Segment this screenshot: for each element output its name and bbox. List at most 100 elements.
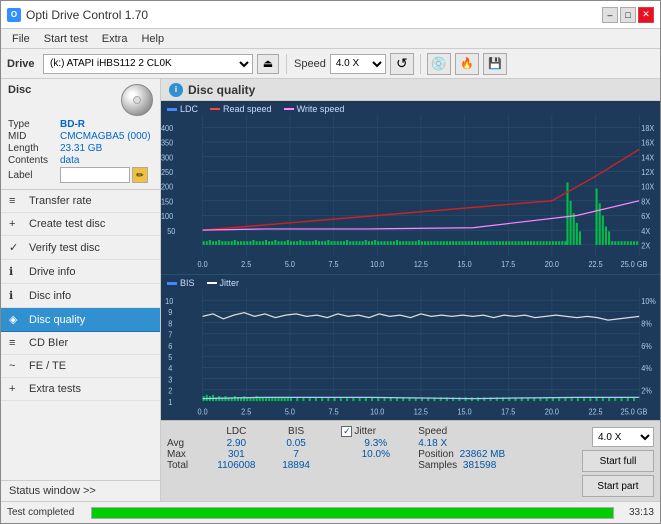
- svg-text:7.5: 7.5: [329, 407, 340, 417]
- svg-text:350: 350: [161, 138, 174, 148]
- status-text: Test completed: [7, 507, 87, 518]
- menu-help[interactable]: Help: [134, 32, 171, 46]
- svg-text:8X: 8X: [641, 197, 651, 207]
- eject-button[interactable]: ⏏: [257, 54, 279, 74]
- disc-hole: [133, 96, 141, 104]
- svg-text:25.0 GB: 25.0 GB: [621, 259, 648, 269]
- start-part-button[interactable]: Start part: [582, 475, 654, 497]
- max-bis: 7: [271, 449, 322, 460]
- svg-text:12.5: 12.5: [414, 259, 429, 269]
- main-content: i Disc quality LDC Read speed: [161, 79, 660, 501]
- disc-length-row: Length 23.31 GB: [8, 143, 153, 154]
- svg-text:10: 10: [165, 297, 174, 307]
- drive-info-icon: ℹ: [9, 265, 23, 278]
- avg-label: Avg: [167, 438, 202, 449]
- total-ldc: 1106008: [202, 460, 271, 471]
- label-input[interactable]: [60, 167, 130, 183]
- label-edit-btn[interactable]: ✏: [132, 167, 148, 183]
- menu-starttest[interactable]: Start test: [37, 32, 95, 46]
- svg-text:4%: 4%: [641, 364, 652, 374]
- minimize-button[interactable]: –: [602, 7, 618, 23]
- nav-item-disc-info[interactable]: ℹ Disc info: [1, 284, 160, 308]
- app-icon: O: [7, 8, 21, 22]
- nav-list: ≡ Transfer rate + Create test disc ✓ Ver…: [1, 190, 160, 480]
- nav-item-create-test-disc[interactable]: + Create test disc: [1, 213, 160, 236]
- menu-bar: File Start test Extra Help: [1, 29, 660, 49]
- content-wrapper: Disc Type BD-R MID CMCMAGBA5 (000) Lengt…: [1, 79, 660, 501]
- top-bar: Drive (k:) ATAPI iHBS112 2 CL0K ⏏ Speed …: [1, 49, 660, 79]
- disc-info-icon: ℹ: [9, 289, 23, 302]
- svg-text:4X: 4X: [641, 226, 651, 236]
- total-label: Total: [167, 460, 202, 471]
- svg-text:22.5: 22.5: [588, 407, 603, 417]
- type-value: BD-R: [60, 119, 85, 130]
- stats-table: LDC BIS ✓ Jitter Speed: [167, 425, 578, 471]
- svg-text:6: 6: [168, 341, 173, 351]
- svg-text:9: 9: [168, 308, 173, 318]
- status-window-btn[interactable]: Status window >>: [1, 480, 160, 501]
- chart2-legend: BIS Jitter: [161, 277, 660, 289]
- burn-icon-btn[interactable]: 🔥: [455, 53, 479, 75]
- create-test-disc-icon: +: [9, 218, 23, 230]
- dq-icon: i: [169, 83, 183, 97]
- length-label: Length: [8, 143, 60, 154]
- svg-text:8: 8: [168, 319, 173, 329]
- extra-tests-icon: +: [9, 383, 23, 395]
- svg-text:10.0: 10.0: [370, 259, 385, 269]
- contents-label: Contents: [8, 155, 60, 166]
- nav-item-drive-info[interactable]: ℹ Drive info: [1, 260, 160, 284]
- svg-text:25.0 GB: 25.0 GB: [621, 407, 648, 417]
- jitter-color: [207, 282, 217, 284]
- speed-selector[interactable]: 4.0 X: [330, 54, 386, 74]
- nav-item-cd-bier[interactable]: ≡ CD BIer: [1, 332, 160, 355]
- nav-item-verify-test-disc[interactable]: ✓ Verify test disc: [1, 236, 160, 260]
- svg-text:14X: 14X: [641, 153, 655, 163]
- pos-value: 23862 MB: [460, 449, 506, 460]
- svg-text:17.5: 17.5: [501, 407, 516, 417]
- disc-quality-icon: ◈: [9, 313, 23, 326]
- samples-value: 381598: [463, 460, 496, 471]
- drive-selector[interactable]: (k:) ATAPI iHBS112 2 CL0K: [43, 54, 253, 74]
- title-bar: O Opti Drive Control 1.70 – □ ✕: [1, 1, 660, 29]
- legend-ldc: LDC: [167, 104, 198, 114]
- maximize-button[interactable]: □: [620, 7, 636, 23]
- menu-extra[interactable]: Extra: [95, 32, 135, 46]
- nav-item-extra-tests[interactable]: + Extra tests: [1, 378, 160, 401]
- start-full-button[interactable]: Start full: [582, 450, 654, 472]
- avg-ldc: 2.90: [202, 438, 271, 449]
- disc-contents-row: Contents data: [8, 155, 153, 166]
- nav-item-transfer-rate[interactable]: ≡ Transfer rate: [1, 190, 160, 213]
- svg-text:12.5: 12.5: [414, 407, 429, 417]
- svg-text:2X: 2X: [641, 241, 651, 251]
- svg-text:10%: 10%: [641, 297, 656, 307]
- cd-bier-icon: ≡: [9, 337, 23, 349]
- jitter-label: Jitter: [354, 426, 376, 437]
- dq-title: Disc quality: [188, 83, 255, 97]
- title-bar-left: O Opti Drive Control 1.70: [7, 8, 148, 22]
- chart1-svg: 400 350 300 250 200 150 100 50 18X 16X 1…: [161, 115, 660, 274]
- refresh-button[interactable]: ↺: [390, 53, 414, 75]
- write-color: [284, 108, 294, 110]
- bottom-stats: LDC BIS ✓ Jitter Speed: [161, 420, 660, 501]
- close-button[interactable]: ✕: [638, 7, 654, 23]
- ldc-header: LDC: [202, 425, 271, 438]
- save-icon-btn[interactable]: 💾: [483, 53, 507, 75]
- svg-text:12X: 12X: [641, 167, 655, 177]
- main-window: O Opti Drive Control 1.70 – □ ✕ File Sta…: [0, 0, 661, 524]
- bis-header: BIS: [271, 425, 322, 438]
- speed-action-select[interactable]: 4.0 X: [592, 427, 654, 447]
- menu-file[interactable]: File: [5, 32, 37, 46]
- svg-text:7: 7: [168, 330, 173, 340]
- svg-text:2: 2: [168, 386, 173, 396]
- verify-test-disc-icon: ✓: [9, 241, 23, 254]
- read-color: [210, 108, 220, 110]
- disc-section-label: Disc: [8, 84, 31, 96]
- disc-info-panel: Disc Type BD-R MID CMCMAGBA5 (000) Lengt…: [1, 79, 160, 190]
- progress-bar-fill: [92, 508, 613, 518]
- jitter-checkbox[interactable]: ✓: [341, 426, 352, 437]
- chart2-svg: 10 9 8 7 6 5 4 3 2 1 10% 8% 6%: [161, 289, 660, 420]
- nav-item-disc-quality[interactable]: ◈ Disc quality: [1, 308, 160, 332]
- window-controls: – □ ✕: [602, 7, 654, 23]
- nav-item-fe-te[interactable]: ~ FE / TE: [1, 355, 160, 378]
- disc-icon-btn[interactable]: 💿: [427, 53, 451, 75]
